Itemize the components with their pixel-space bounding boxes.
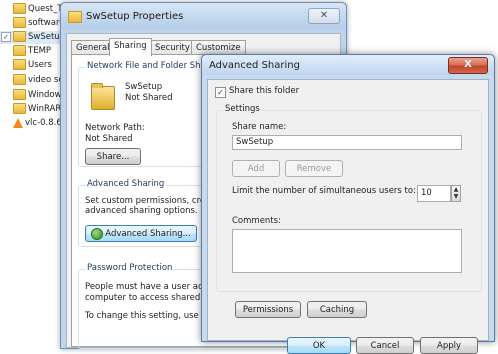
folder-name: SwSetup: [125, 82, 163, 92]
caching-button[interactable]: Caching: [307, 301, 367, 318]
list-item[interactable]: Window: [0, 89, 68, 102]
comments-textarea[interactable]: [232, 229, 462, 273]
folder-icon: [13, 59, 26, 70]
tab-customize[interactable]: Customize: [191, 40, 246, 55]
chevron-up-icon[interactable]: ▲: [452, 186, 460, 193]
dialog-title: Advanced Sharing: [209, 60, 300, 71]
network-path-value: Not Shared: [85, 134, 133, 144]
list-item-label: vlc-0.8.6: [25, 118, 62, 128]
apply-button[interactable]: Apply: [420, 337, 478, 354]
folder-icon: [13, 17, 26, 28]
list-item[interactable]: TEMP: [0, 45, 68, 58]
share-name-input[interactable]: SwSetup: [232, 135, 462, 150]
share-folder-label[interactable]: Share this folder: [229, 86, 299, 97]
group-title: Password Protection: [85, 263, 175, 273]
close-button[interactable]: ✕: [308, 8, 340, 24]
advanced-sharing-desc: advanced sharing options.: [85, 206, 198, 216]
password-text: People must have a user accou: [85, 282, 218, 292]
comments-label: Comments:: [232, 216, 281, 226]
group-title: Advanced Sharing: [85, 179, 167, 189]
list-item-label: Users: [28, 60, 52, 70]
close-button[interactable]: X: [448, 57, 488, 74]
remove-button[interactable]: Remove: [285, 160, 343, 177]
list-item[interactable]: ✓ SwSetup: [0, 31, 68, 44]
tab-general[interactable]: General: [71, 40, 115, 55]
item-checkbox[interactable]: ✓: [1, 31, 11, 42]
folder-icon: [13, 74, 26, 85]
vlc-cone-icon: [13, 117, 23, 128]
network-path-label: Network Path:: [85, 123, 145, 133]
folder-icon: [13, 89, 26, 100]
advanced-sharing-button[interactable]: Advanced Sharing...: [85, 225, 197, 242]
limit-users-label: Limit the number of simultaneous users t…: [232, 186, 416, 196]
list-item[interactable]: video sc: [0, 74, 68, 87]
share-name-label: Share name:: [232, 122, 287, 132]
chevron-down-icon[interactable]: ▼: [452, 193, 460, 200]
window-title: SwSetup Properties: [86, 11, 184, 22]
list-item[interactable]: Quest_T: [0, 3, 68, 16]
list-item-label: TEMP: [28, 46, 52, 56]
password-text: To change this setting, use the: [85, 311, 216, 321]
advanced-sharing-button-label: Advanced Sharing...: [105, 229, 191, 239]
permissions-button[interactable]: Permissions: [235, 301, 301, 318]
tab-sharing[interactable]: Sharing: [109, 38, 152, 56]
password-text: computer to access shared fold: [85, 293, 219, 303]
user-limit-spinner[interactable]: ▲ ▼: [451, 185, 461, 202]
list-item[interactable]: software: [0, 17, 68, 30]
tab-security[interactable]: Security: [150, 40, 195, 55]
ok-button[interactable]: OK: [287, 337, 351, 354]
list-item[interactable]: vlc-0.8.6: [0, 117, 68, 130]
list-item[interactable]: Users: [0, 59, 68, 72]
group-title: Settings: [223, 104, 262, 114]
add-button[interactable]: Add: [232, 160, 280, 177]
folder-icon: [91, 83, 115, 110]
cancel-button[interactable]: Cancel: [356, 337, 414, 354]
list-item-label: WinRAR: [28, 104, 62, 114]
dialog-client: ✓ Share this folder Settings Share name:…: [207, 79, 489, 354]
advanced-sharing-dialog: Advanced Sharing X ✓ Share this folder S…: [201, 54, 495, 354]
share-status: Not Shared: [125, 93, 173, 103]
folder-icon: [68, 11, 82, 23]
shield-icon: [91, 227, 104, 240]
folder-icon: [13, 3, 26, 14]
list-item-label: Quest_T: [28, 4, 63, 14]
settings-group: Settings Share name: SwSetup Add Remove …: [216, 104, 482, 292]
list-item[interactable]: WinRAR: [0, 103, 68, 116]
share-button[interactable]: Share...: [85, 148, 141, 165]
folder-icon: [13, 103, 26, 114]
folder-icon: [13, 45, 26, 56]
list-item-label: video sc: [28, 75, 64, 85]
share-folder-checkbox[interactable]: ✓: [215, 87, 226, 98]
properties-titlebar[interactable]: SwSetup Properties ✕: [61, 3, 346, 29]
folder-icon: [13, 31, 26, 42]
dialog-titlebar[interactable]: Advanced Sharing X: [202, 55, 494, 75]
list-item-label: Window: [28, 90, 62, 100]
user-limit-input[interactable]: 10: [417, 185, 451, 202]
